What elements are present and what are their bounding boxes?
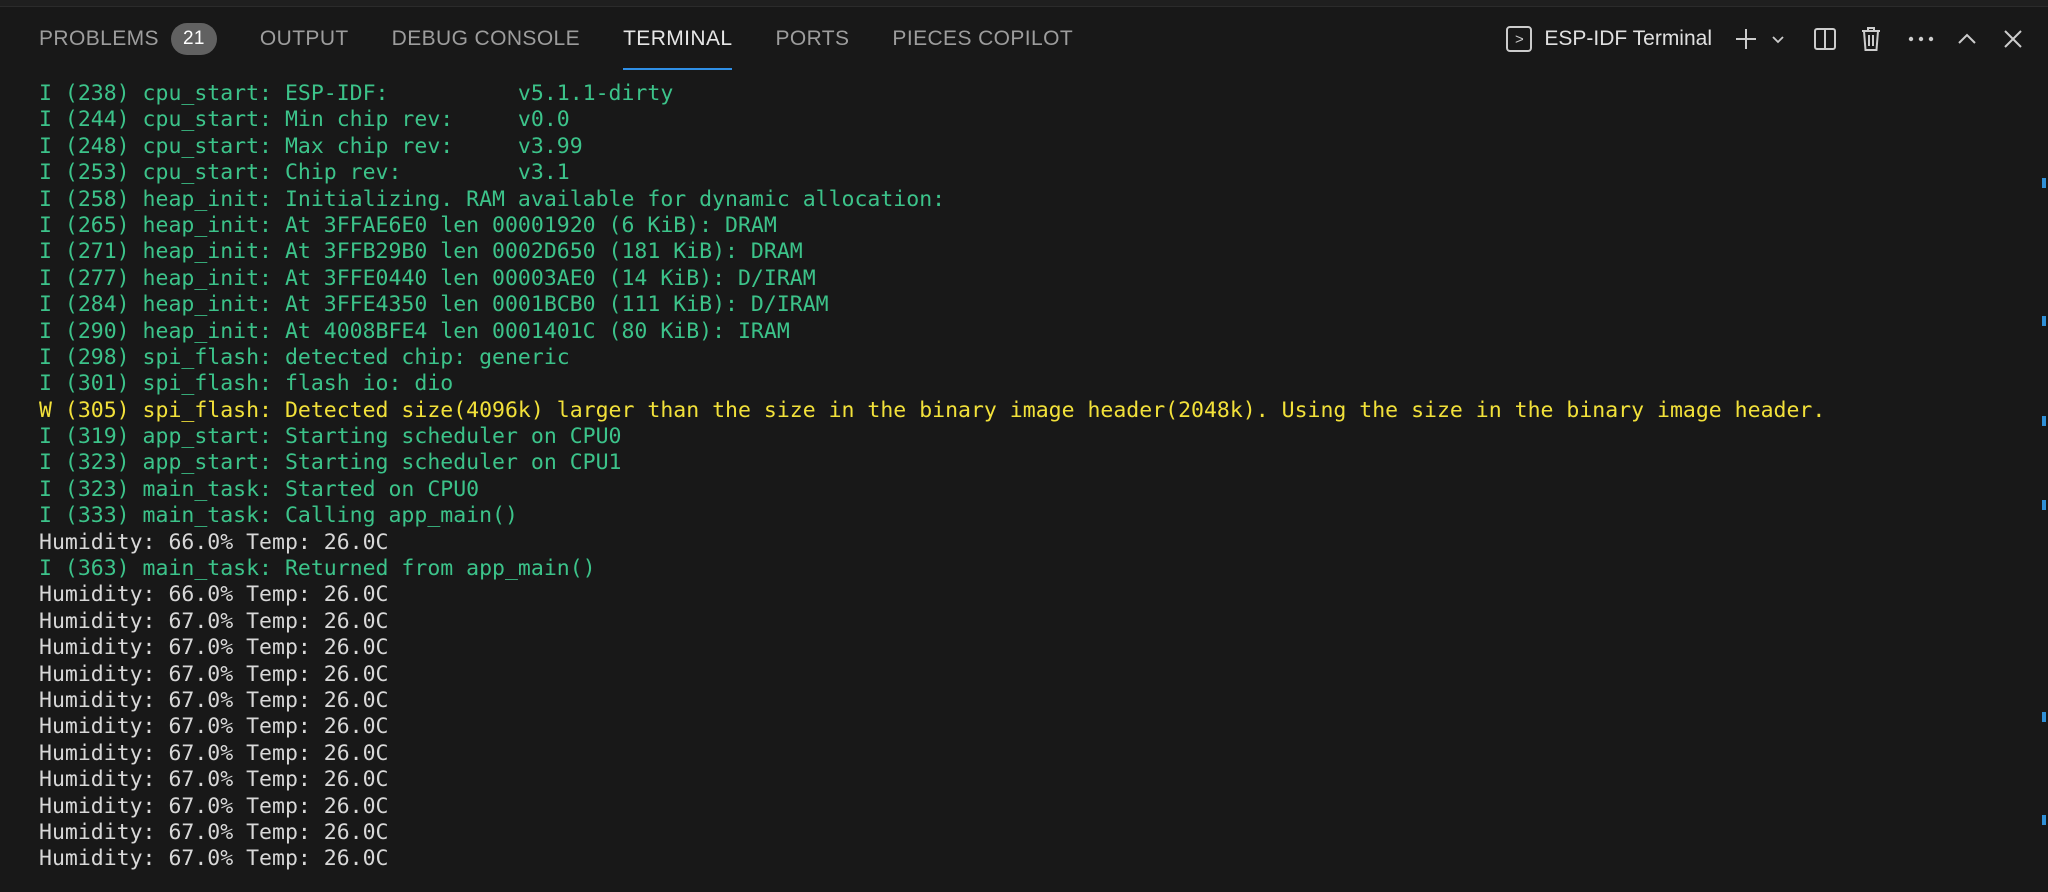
tab-debug-console[interactable]: DEBUG CONSOLE (392, 7, 580, 71)
terminal-line: Humidity: 67.0% Temp: 26.0C (39, 819, 389, 845)
more-icon (1908, 36, 1934, 42)
terminal-output[interactable]: I (238) cpu_start: ESP-IDF: v5.1.1-dirty… (39, 81, 2019, 881)
terminal-line: I (323) main_task: Started on CPU0 (39, 476, 480, 502)
terminal-line: Humidity: 67.0% Temp: 26.0C (39, 846, 389, 872)
new-terminal-button[interactable] (1728, 16, 1764, 62)
terminal-line: Humidity: 67.0% Temp: 26.0C (39, 661, 389, 687)
terminal-line: I (244) cpu_start: Min chip rev: v0.0 (39, 107, 570, 133)
split-icon (1814, 28, 1836, 50)
terminal-line: I (323) app_start: Starting scheduler on… (39, 450, 622, 476)
terminal-line: I (271) heap_init: At 3FFB29B0 len 0002D… (39, 239, 803, 265)
scroll-marker (2042, 316, 2046, 326)
kill-terminal-button[interactable] (1848, 16, 1894, 62)
scroll-marker (2042, 416, 2046, 426)
tab-output-label: OUTPUT (259, 27, 349, 50)
terminal-line: Humidity: 67.0% Temp: 26.0C (39, 608, 389, 634)
trash-icon (1862, 27, 1880, 51)
terminal-line: I (258) heap_init: Initializing. RAM ava… (39, 186, 946, 212)
terminal-line: Humidity: 66.0% Temp: 26.0C (39, 529, 389, 555)
tab-problems[interactable]: PROBLEMS 21 (39, 7, 217, 71)
more-actions-button[interactable] (1898, 16, 1944, 62)
terminal-dropdown-button[interactable] (1764, 16, 1792, 62)
terminal-icon: > (1506, 26, 1533, 52)
tab-terminal-label: TERMINAL (623, 27, 733, 50)
panel-tab-bar: PROBLEMS 21 OUTPUT DEBUG CONSOLE TERMINA… (0, 7, 2048, 71)
panel-actions: > ESP-IDF Terminal (1506, 7, 2048, 71)
terminal-line: Humidity: 67.0% Temp: 26.0C (39, 740, 389, 766)
terminal-line: Humidity: 67.0% Temp: 26.0C (39, 687, 389, 713)
terminal-line: I (319) app_start: Starting scheduler on… (39, 424, 622, 450)
terminal-line: Humidity: 67.0% Temp: 26.0C (39, 635, 389, 661)
panel-tabs: PROBLEMS 21 OUTPUT DEBUG CONSOLE TERMINA… (0, 7, 1116, 71)
tab-ports[interactable]: PORTS (775, 7, 849, 71)
tab-problems-label: PROBLEMS (39, 27, 159, 50)
terminal-line: Humidity: 67.0% Temp: 26.0C (39, 793, 389, 819)
scroll-marker (2042, 815, 2046, 825)
chevron-up-icon (1958, 33, 1976, 44)
terminal-line: I (284) heap_init: At 3FFE4350 len 0001B… (39, 292, 829, 318)
tab-ports-label: PORTS (775, 27, 850, 50)
terminal-line: I (265) heap_init: At 3FFAE6E0 len 00001… (39, 212, 777, 238)
tab-pieces-copilot-label: PIECES COPILOT (892, 27, 1074, 50)
terminal-line: I (248) cpu_start: Max chip rev: v3.99 (39, 133, 583, 159)
terminal-line: I (290) heap_init: At 4008BFE4 len 00014… (39, 318, 790, 344)
maximize-panel-button[interactable] (1944, 16, 1990, 62)
scroll-marker (2042, 712, 2046, 722)
terminal-line: I (277) heap_init: At 3FFE0440 len 00003… (39, 265, 816, 291)
tab-debug-console-label: DEBUG CONSOLE (391, 27, 581, 50)
plus-icon (1736, 29, 1756, 49)
tab-pieces-copilot[interactable]: PIECES COPILOT (892, 7, 1073, 71)
terminal-name: ESP-IDF Terminal (1544, 27, 1712, 50)
chevron-down-icon (1772, 36, 1784, 44)
terminal-line: I (253) cpu_start: Chip rev: v3.1 (39, 160, 570, 186)
split-terminal-button[interactable] (1802, 16, 1848, 62)
terminal-warning-line: W (305) spi_flash: Detected size(4096k) … (39, 397, 1826, 423)
tab-output[interactable]: OUTPUT (260, 7, 349, 71)
terminal-line: I (301) spi_flash: flash io: dio (39, 371, 454, 397)
problems-count-badge: 21 (170, 23, 217, 55)
terminal-line: Humidity: 67.0% Temp: 26.0C (39, 767, 389, 793)
terminal-line: I (363) main_task: Returned from app_mai… (39, 556, 596, 582)
tab-terminal[interactable]: TERMINAL (623, 7, 733, 71)
scroll-marker (2042, 178, 2046, 188)
scroll-marker (2042, 500, 2046, 510)
terminal-line: I (333) main_task: Calling app_main() (39, 503, 518, 529)
close-icon (2004, 30, 2022, 48)
terminal-line: Humidity: 67.0% Temp: 26.0C (39, 714, 389, 740)
terminal-line: I (298) spi_flash: detected chip: generi… (39, 344, 570, 370)
panel-top-border (0, 0, 2048, 7)
terminal-line: I (238) cpu_start: ESP-IDF: v5.1.1-dirty (39, 81, 674, 106)
scrollbar-overview-ruler[interactable] (2038, 80, 2048, 880)
terminal-selector[interactable]: > ESP-IDF Terminal (1506, 26, 1712, 52)
close-panel-button[interactable] (1990, 16, 2036, 62)
terminal-line: Humidity: 66.0% Temp: 26.0C (39, 582, 389, 608)
